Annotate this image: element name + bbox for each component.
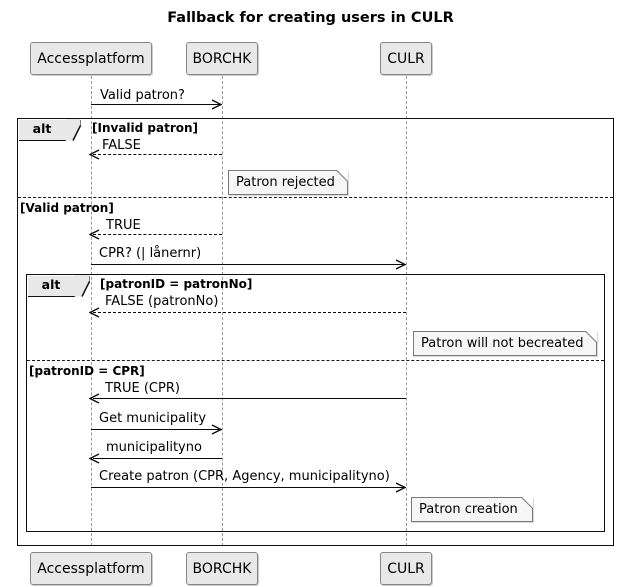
message-line-valid-patron (91, 104, 222, 105)
message-label-get-municipality: Get municipality (99, 411, 207, 426)
participant-culr-bottom[interactable]: CULR (380, 552, 432, 585)
arrowhead-left (89, 453, 100, 464)
message-label-true: TRUE (106, 218, 141, 233)
note-text: Patron rejected (236, 175, 335, 190)
guard-valid-patron: [Valid patron] (20, 201, 114, 215)
message-label-municipalityno: municipalityno (106, 440, 202, 455)
note-text: Patron will not becreated (421, 336, 584, 351)
message-line-get-municipality (91, 429, 222, 430)
message-label-false: FALSE (102, 138, 141, 153)
arrowhead-left (89, 307, 100, 318)
participant-label: BORCHK (192, 50, 252, 67)
message-line-cpr-query (91, 264, 406, 265)
message-line-false-patronno (93, 312, 406, 313)
note-text: Patron creation (419, 502, 518, 517)
note-patron-not-created: Patron will not becreated (413, 331, 597, 356)
message-line-false (93, 154, 222, 155)
message-line-create-patron (91, 487, 406, 488)
sequence-diagram-canvas: Fallback for creating users in CULR Acce… (0, 0, 621, 587)
arrowhead-right (211, 99, 222, 110)
participant-label: CULR (387, 560, 425, 577)
note-patron-creation: Patron creation (411, 497, 533, 522)
fragment-divider-inner (27, 360, 604, 361)
guard-patronid-cpr: [patronID = CPR] (29, 364, 145, 378)
message-line-true-cpr (93, 398, 406, 399)
message-label-cpr-query: CPR? (| lånernr) (99, 246, 202, 261)
message-label-valid-patron: Valid patron? (100, 88, 185, 103)
participant-accessplatform-top[interactable]: Accessplatform (30, 42, 152, 75)
arrowhead-left (89, 393, 100, 404)
message-label-true-cpr: TRUE (CPR) (105, 381, 180, 396)
participant-label: Accessplatform (37, 560, 145, 577)
arrowhead-right (395, 259, 406, 270)
arrowhead-left (89, 149, 100, 160)
message-label-create-patron: Create patron (CPR, Agency, municipality… (99, 469, 390, 484)
participant-label: Accessplatform (37, 50, 145, 67)
message-line-municipalityno (93, 458, 222, 459)
message-label-false-patronno: FALSE (patronNo) (105, 294, 219, 309)
arrowhead-right (211, 424, 222, 435)
participant-accessplatform-bottom[interactable]: Accessplatform (30, 552, 152, 585)
guard-invalid-patron: [Invalid patron] (92, 121, 199, 135)
arrowhead-left (89, 229, 100, 240)
fragment-alt-inner-operator: alt (27, 275, 90, 297)
note-patron-rejected: Patron rejected (228, 170, 348, 195)
participant-borchk-top[interactable]: BORCHK (186, 42, 258, 75)
fragment-alt-outer-operator: alt (18, 119, 81, 141)
fragment-operator-label: alt (32, 121, 52, 137)
fragment-divider-outer (18, 197, 613, 198)
arrowhead-right (395, 482, 406, 493)
participant-borchk-bottom[interactable]: BORCHK (186, 552, 258, 585)
fragment-operator-label: alt (41, 277, 61, 293)
diagram-title: Fallback for creating users in CULR (167, 10, 454, 26)
participant-culr-top[interactable]: CULR (380, 42, 432, 75)
guard-patronid-patronno: [patronID = patronNo] (100, 277, 253, 291)
participant-label: CULR (387, 50, 425, 67)
message-line-true (93, 234, 222, 235)
participant-label: BORCHK (192, 560, 252, 577)
